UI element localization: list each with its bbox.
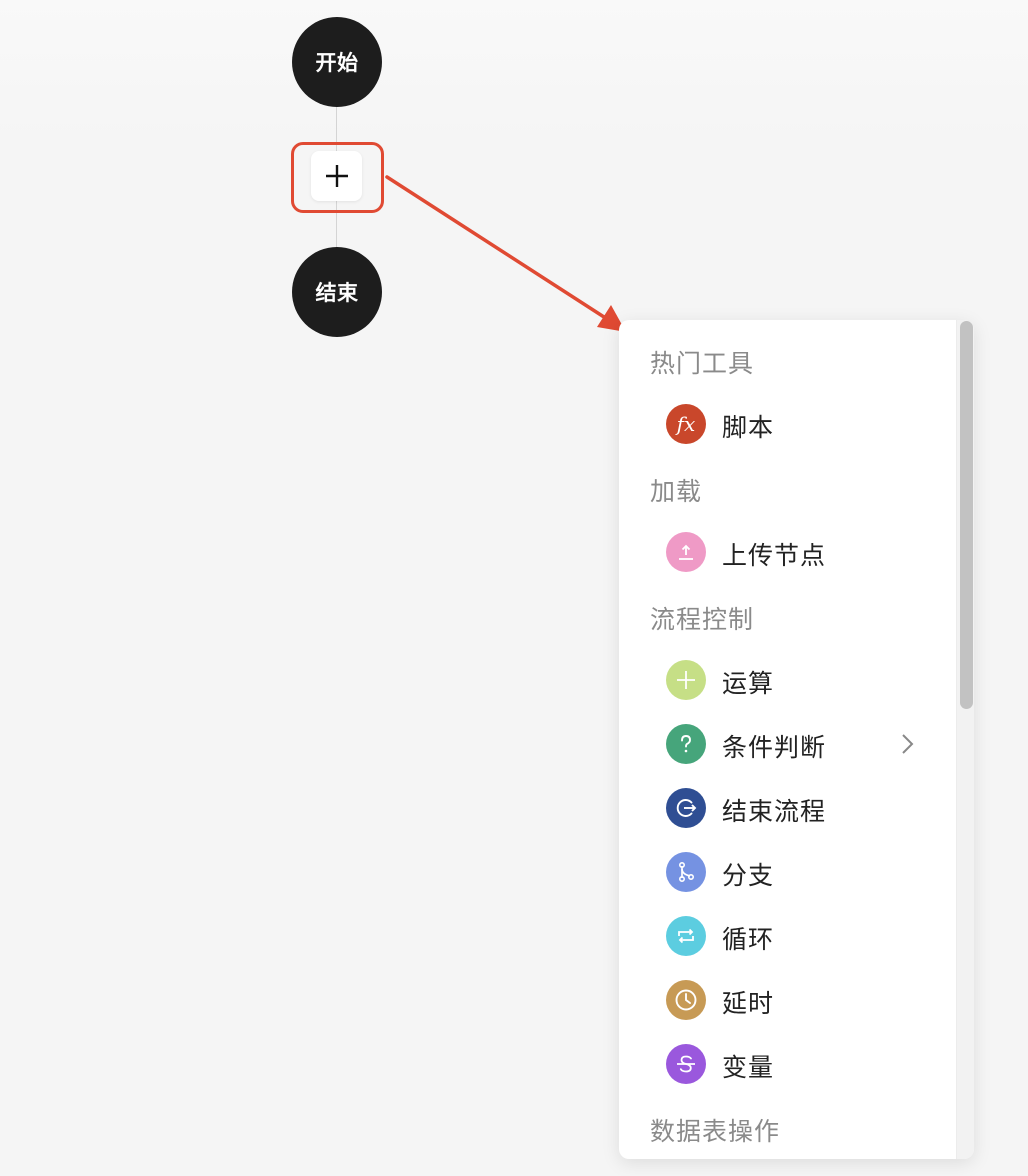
menu-item-loop[interactable]: 循环 bbox=[619, 908, 957, 964]
menu-item-end-flow[interactable]: 结束流程 bbox=[619, 780, 957, 836]
loop-icon bbox=[666, 916, 706, 956]
section-title-popular-tools: 热门工具 bbox=[650, 349, 755, 378]
section-title-data-table-ops: 数据表操作 bbox=[650, 1117, 781, 1146]
menu-item-label: 延时 bbox=[722, 989, 775, 1018]
node-type-menu[interactable]: 热门工具 fx 脚本 加载 上传节点 流程控制 运算 条件判断 结束流程 分支 … bbox=[619, 320, 974, 1159]
upload-icon bbox=[666, 532, 706, 572]
section-title-flow-control: 流程控制 bbox=[650, 605, 755, 634]
fx-icon: fx bbox=[666, 404, 706, 444]
exit-icon bbox=[666, 788, 706, 828]
strikethrough-icon bbox=[666, 1044, 706, 1084]
menu-item-label: 结束流程 bbox=[722, 797, 827, 826]
branch-icon bbox=[666, 852, 706, 892]
menu-scrollbar-thumb[interactable] bbox=[960, 321, 973, 709]
menu-scrollbar-track[interactable] bbox=[956, 320, 974, 1159]
menu-item-label: 条件判断 bbox=[722, 733, 827, 762]
menu-item-label: 变量 bbox=[722, 1053, 775, 1082]
clock-icon bbox=[666, 980, 706, 1020]
menu-item-label: 上传节点 bbox=[722, 541, 827, 570]
menu-item-variable[interactable]: 变量 bbox=[619, 1036, 957, 1092]
menu-item-upload-node[interactable]: 上传节点 bbox=[619, 524, 957, 580]
menu-item-branch[interactable]: 分支 bbox=[619, 844, 957, 900]
menu-item-operation[interactable]: 运算 bbox=[619, 652, 957, 708]
chevron-right-icon bbox=[902, 734, 914, 754]
plus-icon bbox=[666, 660, 706, 700]
menu-item-label: 分支 bbox=[722, 861, 775, 890]
menu-item-delay[interactable]: 延时 bbox=[619, 972, 957, 1028]
section-title-loading: 加载 bbox=[650, 477, 703, 506]
menu-item-label: 脚本 bbox=[722, 413, 775, 442]
menu-item-script[interactable]: fx 脚本 bbox=[619, 396, 957, 452]
question-icon bbox=[666, 724, 706, 764]
menu-item-label: 运算 bbox=[722, 669, 775, 698]
menu-item-label: 循环 bbox=[722, 925, 775, 954]
menu-item-condition[interactable]: 条件判断 bbox=[619, 716, 957, 772]
